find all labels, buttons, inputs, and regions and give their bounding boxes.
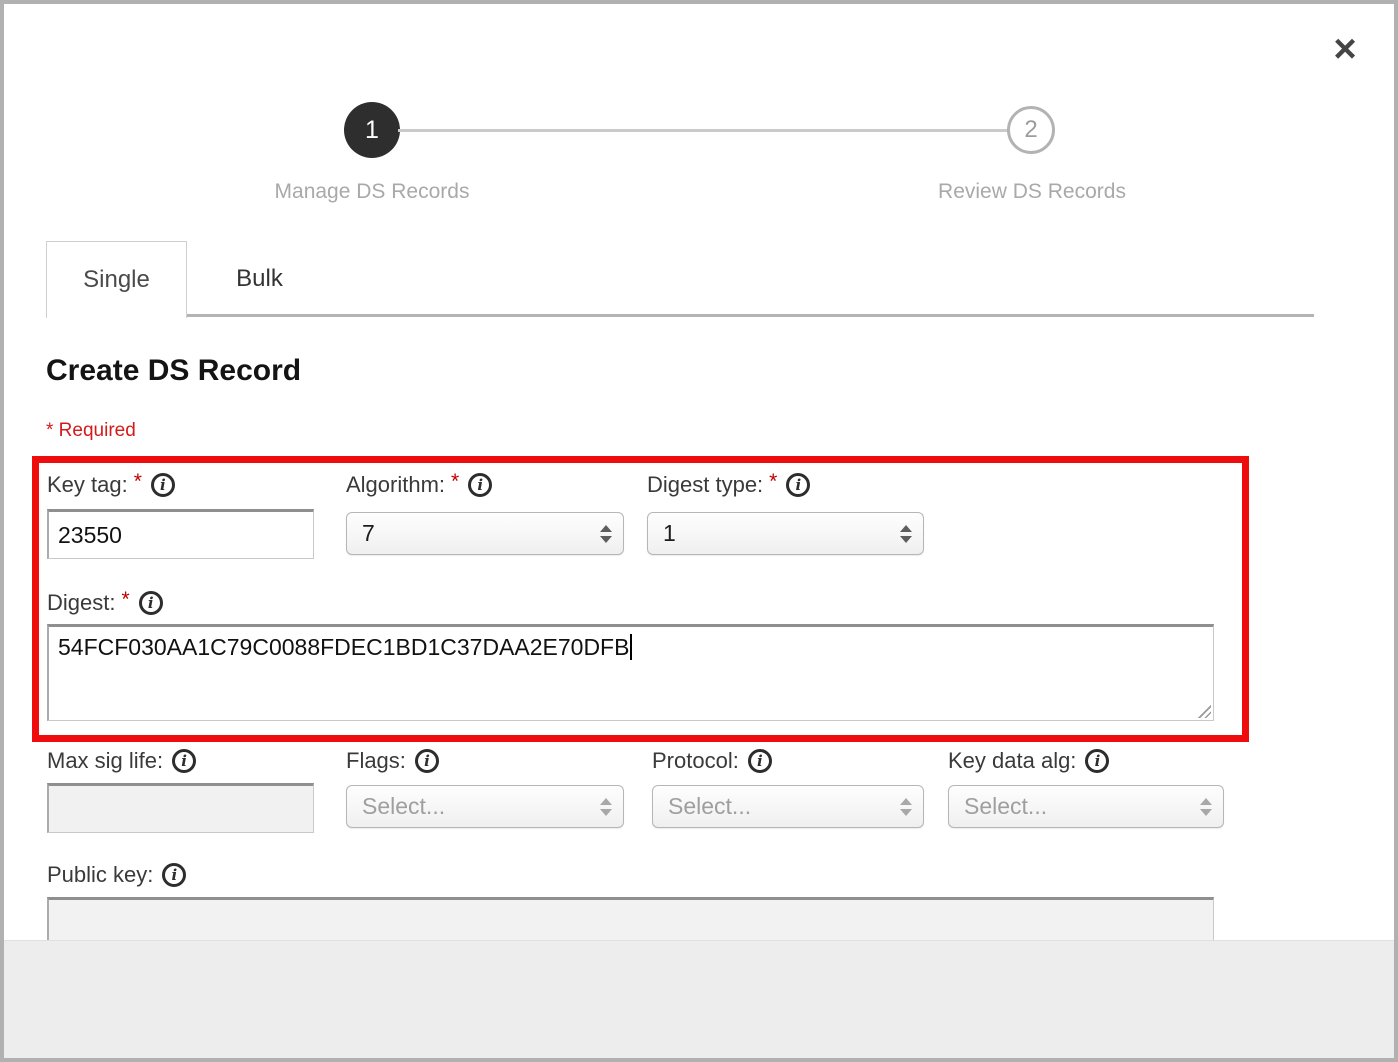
max-sig-life-input[interactable]: [47, 783, 314, 833]
key-data-alg-select[interactable]: Select...: [948, 785, 1224, 828]
step-2-indicator: 2: [1007, 106, 1055, 154]
resize-handle-icon[interactable]: [1196, 703, 1211, 718]
algorithm-select[interactable]: 7: [346, 512, 624, 555]
info-glyph: i: [148, 594, 154, 612]
info-glyph: i: [1095, 752, 1101, 770]
tab-single-label: Single: [83, 266, 150, 294]
step-1-number: 1: [365, 116, 379, 145]
info-glyph: i: [181, 752, 187, 770]
public-key-label-text: Public key:: [47, 862, 153, 888]
required-note: * Required: [46, 420, 136, 442]
algorithm-select-value: 7: [362, 520, 375, 547]
select-arrows-icon: [600, 525, 612, 543]
info-glyph: i: [160, 476, 166, 494]
select-arrows-icon: [900, 525, 912, 543]
select-arrows-icon: [600, 798, 612, 816]
info-icon[interactable]: i: [415, 749, 439, 773]
required-asterisk: *: [121, 588, 129, 612]
key-tag-input[interactable]: [47, 509, 314, 559]
algorithm-label-text: Algorithm:: [346, 472, 445, 498]
digest-type-label-text: Digest type:: [647, 472, 763, 498]
required-asterisk: *: [134, 470, 142, 494]
stepper-connector-line: [398, 129, 1010, 132]
required-asterisk: *: [451, 470, 459, 494]
info-glyph: i: [796, 476, 802, 494]
digest-label-text: Digest:: [47, 590, 115, 616]
key-data-alg-label-text: Key data alg:: [948, 748, 1076, 774]
info-icon[interactable]: i: [172, 749, 196, 773]
text-cursor: [630, 634, 632, 660]
flags-label: Flags: i: [346, 746, 439, 776]
info-icon[interactable]: i: [139, 591, 163, 615]
digest-textarea[interactable]: 54FCF030AA1C79C0088FDEC1BD1C37DAA2E70DFB: [47, 624, 1214, 721]
info-icon[interactable]: i: [1085, 749, 1109, 773]
info-glyph: i: [424, 752, 430, 770]
step-2-label: Review DS Records: [872, 180, 1192, 204]
dialog-footer: Cancel Back Next: [4, 940, 1394, 1058]
select-arrows-icon: [900, 798, 912, 816]
key-data-alg-select-value: Select...: [964, 793, 1047, 820]
digest-value: 54FCF030AA1C79C0088FDEC1BD1C37DAA2E70DFB: [58, 634, 629, 660]
max-sig-life-label-text: Max sig life:: [47, 748, 163, 774]
public-key-textarea[interactable]: [47, 897, 1214, 944]
protocol-label: Protocol: i: [652, 746, 772, 776]
info-icon[interactable]: i: [786, 473, 810, 497]
info-icon[interactable]: i: [748, 749, 772, 773]
protocol-select-value: Select...: [668, 793, 751, 820]
page-title: Create DS Record: [46, 354, 301, 388]
step-2-number: 2: [1024, 116, 1037, 144]
flags-select[interactable]: Select...: [346, 785, 624, 828]
info-glyph: i: [757, 752, 763, 770]
algorithm-label: Algorithm: * i: [346, 470, 492, 500]
digest-label: Digest: * i: [47, 588, 163, 618]
info-icon[interactable]: i: [162, 863, 186, 887]
step-1-label: Manage DS Records: [212, 180, 532, 204]
tab-bar-divider: [46, 314, 1314, 317]
info-glyph: i: [172, 866, 178, 884]
flags-select-value: Select...: [362, 793, 445, 820]
tab-single[interactable]: Single: [46, 241, 187, 318]
max-sig-life-label: Max sig life: i: [47, 746, 196, 776]
digest-type-select[interactable]: 1: [647, 512, 924, 555]
tab-bulk-label: Bulk: [236, 265, 283, 293]
step-1-indicator: 1: [344, 102, 400, 158]
create-ds-record-dialog: × 1 2 Manage DS Records Review DS Record…: [0, 0, 1398, 1062]
digest-type-select-value: 1: [663, 520, 676, 547]
public-key-label: Public key: i: [47, 860, 186, 890]
protocol-select[interactable]: Select...: [652, 785, 924, 828]
select-arrows-icon: [1200, 798, 1212, 816]
digest-type-label: Digest type: * i: [647, 470, 810, 500]
close-icon: ×: [1333, 27, 1356, 71]
close-button[interactable]: ×: [1322, 26, 1368, 72]
key-tag-label-text: Key tag:: [47, 472, 128, 498]
tab-bulk[interactable]: Bulk: [187, 244, 332, 314]
key-tag-label: Key tag: * i: [47, 470, 175, 500]
info-glyph: i: [477, 476, 483, 494]
required-asterisk: *: [769, 470, 777, 494]
flags-label-text: Flags:: [346, 748, 406, 774]
info-icon[interactable]: i: [468, 473, 492, 497]
info-icon[interactable]: i: [151, 473, 175, 497]
protocol-label-text: Protocol:: [652, 748, 739, 774]
key-data-alg-label: Key data alg: i: [948, 746, 1109, 776]
